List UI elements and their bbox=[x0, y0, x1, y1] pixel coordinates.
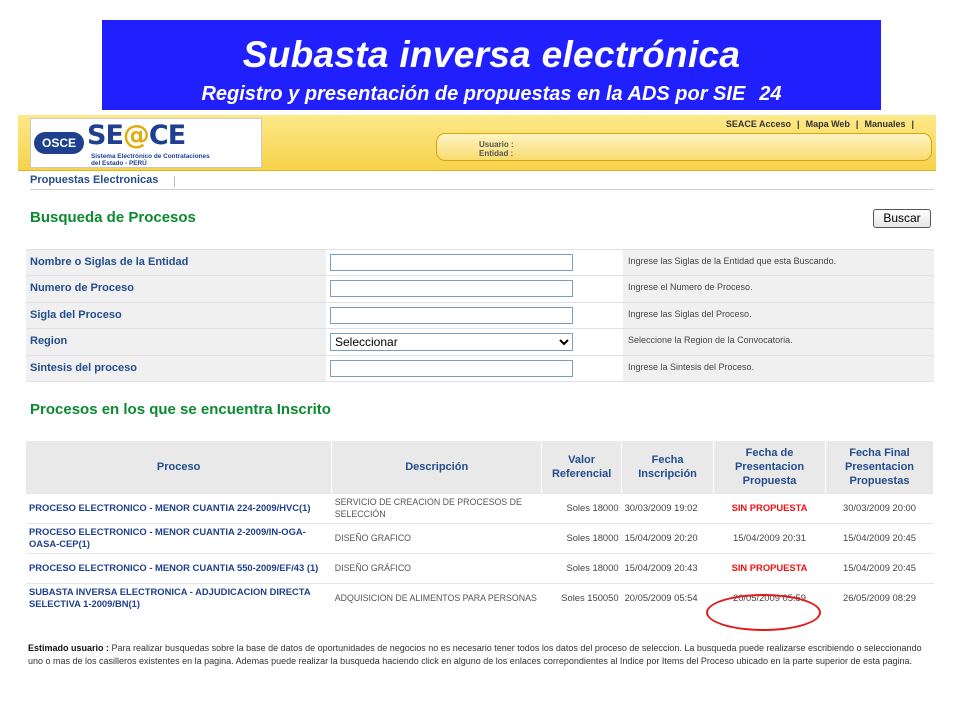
logo-subtitle-line1: Sistema Electrónico de Contrataciones bbox=[91, 153, 210, 160]
presentacion-cell: SIN PROPUESTA bbox=[713, 552, 826, 583]
field-hint: Ingrese el Numero de Proceso. bbox=[628, 282, 753, 293]
field-hint: Ingrese las Siglas del Proceso. bbox=[628, 308, 752, 319]
field-label: Sigla del Proceso bbox=[30, 308, 122, 321]
valor-cell: Soles 18000 bbox=[541, 522, 622, 553]
brand-se: SE bbox=[87, 120, 124, 151]
slide-subtitle-text: Registro y presentación de propuestas en… bbox=[201, 83, 746, 105]
sigla-proceso-input[interactable] bbox=[330, 306, 573, 324]
final-cell: 26/05/2009 08:29 bbox=[825, 582, 934, 613]
tab-divider bbox=[174, 176, 175, 187]
descripcion-cell: SERVICIO DE CREACION DE PROCESOS DE SELE… bbox=[331, 492, 542, 523]
form-row-sigla: Sigla del Proceso Ingrese las Siglas del… bbox=[26, 301, 934, 329]
field-label: Sintesis del proceso bbox=[30, 361, 137, 374]
slide-title: Subasta inversa electrónica bbox=[242, 34, 741, 75]
field-hint: Ingrese la Sintesis del Proceso. bbox=[628, 361, 755, 372]
field-label: Region bbox=[30, 335, 68, 348]
col-header-final: Fecha Final Presentacion Propuestas bbox=[825, 441, 935, 493]
brand-at: @ bbox=[122, 120, 150, 151]
form-row-numero: Numero de Proceso Ingrese el Numero de P… bbox=[26, 275, 934, 302]
note-lead: Estimado usuario : bbox=[28, 643, 110, 653]
presentacion-cell: SIN PROPUESTA bbox=[713, 492, 826, 523]
col-header-proceso: Proceso bbox=[26, 441, 333, 493]
logo-subtitle-line2: del Estado - PERÚ bbox=[91, 160, 147, 167]
form-row-sintesis: Sintesis del proceso Ingrese la Sintesis… bbox=[26, 354, 934, 381]
link-seace-acceso[interactable]: SEACE Acceso bbox=[726, 119, 791, 129]
final-cell: 15/04/2009 20:45 bbox=[825, 522, 934, 553]
table-header-row: Proceso Descripción Valor Referencial Fe… bbox=[26, 441, 935, 493]
separator: | bbox=[797, 119, 800, 129]
proceso-link[interactable]: PROCESO ELECTRONICO - MENOR CUANTIA 2-20… bbox=[26, 522, 332, 553]
col-header-descripcion: Descripción bbox=[331, 441, 543, 493]
descripcion-cell: DISEÑO GRAFICO bbox=[331, 522, 542, 553]
entity-label: Entidad : bbox=[479, 149, 514, 158]
seace-screenshot: OSCE SE@CE Sistema Electrónico de Contra… bbox=[18, 115, 936, 695]
link-mapa-web[interactable]: Mapa Web bbox=[806, 119, 850, 129]
separator: | bbox=[855, 119, 859, 129]
slide-subtitle: Registro y presentación de propuestas en… bbox=[102, 82, 881, 106]
note-text: Para realizar busquedas sobre la base de… bbox=[28, 643, 922, 666]
proceso-link[interactable]: PROCESO ELECTRONICO - MENOR CUANTIA 550-… bbox=[26, 552, 332, 583]
valor-cell: Soles 18000 bbox=[541, 492, 622, 523]
seace-brand: SE@CE bbox=[87, 120, 186, 151]
inscripcion-cell: 30/03/2009 19:02 bbox=[621, 492, 714, 523]
slide-page-number: 24 bbox=[759, 83, 782, 105]
final-cell: 30/03/2009 20:00 bbox=[825, 492, 934, 523]
search-form: Nombre o Siglas de la Entidad Ingrese la… bbox=[26, 249, 934, 382]
proceso-link[interactable]: PROCESO ELECTRONICO - MENOR CUANTIA 224-… bbox=[26, 492, 332, 523]
sintesis-input[interactable] bbox=[330, 359, 573, 377]
usage-note: Estimado usuario : Para realizar busqued… bbox=[28, 642, 932, 668]
seace-logo[interactable]: OSCE SE@CE Sistema Electrónico de Contra… bbox=[30, 118, 262, 168]
numero-proceso-input[interactable] bbox=[330, 280, 573, 298]
final-cell: 15/04/2009 20:45 bbox=[825, 552, 934, 583]
search-button[interactable]: Buscar bbox=[873, 209, 931, 228]
table-row: PROCESO ELECTRONICO - MENOR CUANTIA 550-… bbox=[26, 552, 934, 583]
inscripcion-cell: 20/05/2009 05:54 bbox=[621, 582, 714, 613]
tab-propuestas-electronicas[interactable]: Propuestas Electronicas bbox=[30, 174, 158, 186]
results-table: Proceso Descripción Valor Referencial Fe… bbox=[26, 441, 935, 613]
col-header-inscripcion: Fecha Inscripción bbox=[621, 441, 715, 493]
search-section-title: Busqueda de Procesos bbox=[30, 209, 196, 226]
separator: | bbox=[911, 119, 914, 129]
seace-header: OSCE SE@CE Sistema Electrónico de Contra… bbox=[18, 115, 936, 171]
field-hint: Seleccione la Region de la Convocatoria. bbox=[628, 335, 793, 346]
logo-subtitle: Sistema Electrónico de Contrataciones de… bbox=[91, 153, 210, 167]
region-select[interactable]: Seleccionar bbox=[330, 333, 573, 352]
valor-cell: Soles 150050 bbox=[541, 582, 622, 613]
osce-logo: OSCE bbox=[34, 132, 84, 154]
field-label: Numero de Proceso bbox=[30, 282, 134, 295]
results-section-title: Procesos en los que se encuentra Inscrit… bbox=[30, 401, 331, 418]
highlight-circle bbox=[706, 594, 821, 631]
user-info-box: Usuario : Entidad : bbox=[436, 133, 932, 161]
entidad-input[interactable] bbox=[330, 254, 573, 271]
valor-cell: Soles 18000 bbox=[541, 552, 622, 583]
proceso-link[interactable]: SUBASTA INVERSA ELECTRONICA - ADJUDICACI… bbox=[26, 582, 332, 613]
form-bottom-border bbox=[26, 380, 934, 382]
table-row: PROCESO ELECTRONICO - MENOR CUANTIA 2-20… bbox=[26, 522, 934, 553]
descripcion-cell: ADQUISICION DE ALIMENTOS PARA PERSONAS bbox=[331, 582, 542, 613]
brand-ce: CE bbox=[148, 120, 186, 151]
form-row-region: Region Seleccionar Seleccione la Region … bbox=[26, 328, 934, 355]
slide-title-banner: Subasta inversa electrónica Registro y p… bbox=[102, 20, 881, 110]
col-header-valor: Valor Referencial bbox=[541, 441, 623, 493]
descripcion-cell: DISEÑO GRÁFICO bbox=[331, 552, 542, 583]
top-links: SEACE Acceso | Mapa Web | Manuales | bbox=[722, 119, 916, 129]
col-header-presentacion: Fecha de Presentacion Propuesta bbox=[713, 441, 826, 493]
inscripcion-cell: 15/04/2009 20:20 bbox=[621, 522, 714, 553]
link-manuales[interactable]: Manuales bbox=[864, 119, 905, 129]
nav-tabs: Propuestas Electronicas bbox=[30, 172, 934, 190]
field-label: Nombre o Siglas de la Entidad bbox=[30, 256, 189, 268]
inscripcion-cell: 15/04/2009 20:43 bbox=[621, 552, 714, 583]
field-hint: Ingrese las Siglas de la Entidad que est… bbox=[628, 256, 837, 266]
table-row: PROCESO ELECTRONICO - MENOR CUANTIA 224-… bbox=[26, 492, 934, 523]
presentacion-cell: 15/04/2009 20:31 bbox=[713, 522, 826, 553]
user-label: Usuario : bbox=[479, 140, 514, 149]
form-row-entidad: Nombre o Siglas de la Entidad Ingrese la… bbox=[26, 249, 934, 276]
